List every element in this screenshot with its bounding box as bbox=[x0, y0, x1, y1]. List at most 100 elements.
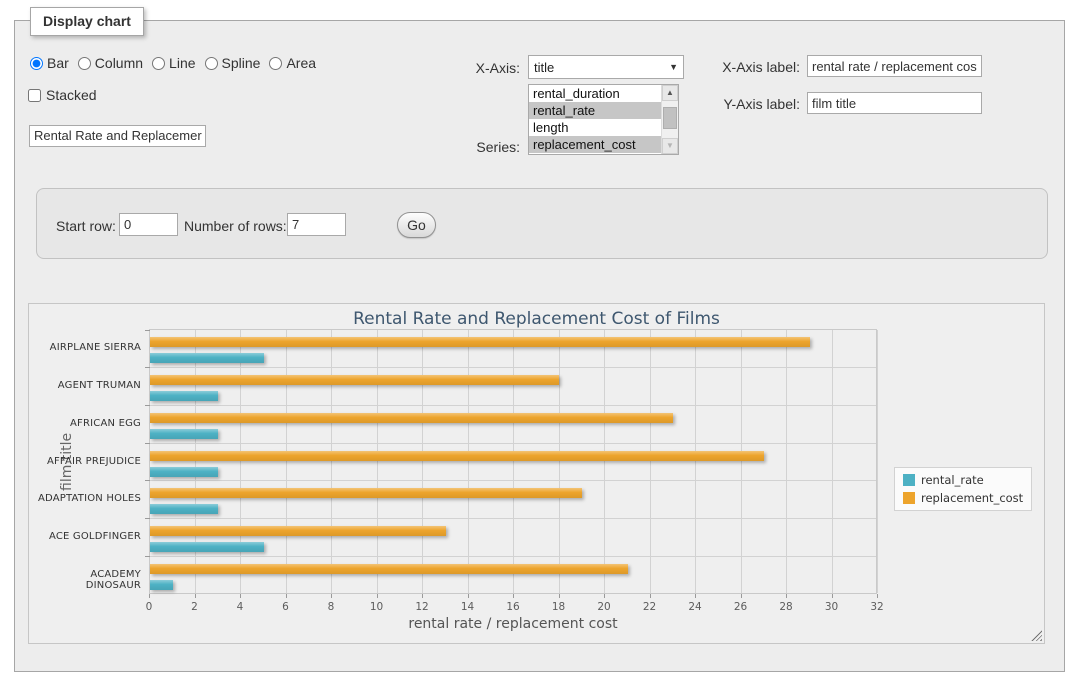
chart-title-input[interactable]: Rental Rate and Replacemer bbox=[29, 125, 206, 147]
bar-replacement_cost[interactable] bbox=[150, 526, 446, 536]
bar-replacement_cost[interactable] bbox=[150, 488, 582, 498]
start-row-input[interactable] bbox=[119, 213, 178, 236]
x-tick-mark bbox=[832, 594, 833, 598]
bar-rental_rate[interactable] bbox=[150, 391, 218, 401]
number-of-rows-label: Number of rows: bbox=[184, 218, 290, 234]
legend-swatch-icon bbox=[903, 474, 915, 486]
stacked-checkbox[interactable] bbox=[28, 89, 41, 102]
chart-type-radiogroup: Bar Column Line Spline Area bbox=[30, 55, 316, 71]
x-tick-label: 10 bbox=[362, 601, 392, 613]
gridline-vertical bbox=[559, 330, 560, 593]
scrollbar-thumb[interactable] bbox=[663, 107, 677, 129]
y-axis-label-input[interactable] bbox=[807, 92, 982, 114]
bar-rental_rate[interactable] bbox=[150, 353, 264, 363]
y-tick-mark bbox=[145, 480, 150, 481]
x-tick-mark bbox=[468, 594, 469, 598]
legend-item-rental_rate[interactable]: rental_rate bbox=[903, 473, 1023, 487]
gridline-vertical bbox=[331, 330, 332, 593]
row-range-panel: Start row: Number of rows: Go bbox=[36, 188, 1048, 259]
category-label: AIRPLANE SIERRA bbox=[35, 342, 141, 353]
gridline-vertical bbox=[195, 330, 196, 593]
category-label: ACE GOLDFINGER bbox=[35, 531, 141, 542]
scroll-down-icon[interactable]: ▼ bbox=[662, 138, 678, 154]
x-tick-label: 22 bbox=[635, 601, 665, 613]
series-multiselect[interactable]: rental_durationrental_ratelengthreplacem… bbox=[528, 84, 679, 155]
x-tick-label: 30 bbox=[817, 601, 847, 613]
x-tick-mark bbox=[559, 594, 560, 598]
chart-type-radio-spline[interactable] bbox=[205, 57, 218, 70]
x-tick-mark bbox=[786, 594, 787, 598]
go-button[interactable]: Go bbox=[397, 212, 436, 238]
x-tick-mark bbox=[513, 594, 514, 598]
stacked-checkbox-row[interactable]: Stacked bbox=[28, 87, 97, 103]
chart-type-option-area[interactable]: Area bbox=[269, 55, 316, 71]
bar-replacement_cost[interactable] bbox=[150, 564, 628, 574]
chart-type-radio-area[interactable] bbox=[269, 57, 282, 70]
x-tick-mark bbox=[195, 594, 196, 598]
series-option-length[interactable]: length bbox=[529, 119, 678, 136]
x-tick-label: 28 bbox=[771, 601, 801, 613]
gridline-horizontal bbox=[150, 405, 876, 406]
bar-rental_rate[interactable] bbox=[150, 504, 218, 514]
x-tick-mark bbox=[741, 594, 742, 598]
gridline-vertical bbox=[695, 330, 696, 593]
x-tick-mark bbox=[331, 594, 332, 598]
x-tick-mark bbox=[286, 594, 287, 598]
chart-type-option-column[interactable]: Column bbox=[78, 55, 143, 71]
legend-item-replacement_cost[interactable]: replacement_cost bbox=[903, 491, 1023, 505]
x-tick-mark bbox=[877, 594, 878, 598]
chart-type-option-line[interactable]: Line bbox=[152, 55, 195, 71]
category-label: AFFAIR PREJUDICE bbox=[35, 456, 141, 467]
chart-type-radio-bar[interactable] bbox=[30, 57, 43, 70]
chart-type-option-spline[interactable]: Spline bbox=[205, 55, 261, 71]
legend-label: rental_rate bbox=[921, 473, 984, 487]
category-label: ACADEMY DINOSAUR bbox=[35, 569, 141, 591]
x-axis-label-input[interactable] bbox=[807, 55, 982, 77]
bar-replacement_cost[interactable] bbox=[150, 337, 810, 347]
chart-container: Rental Rate and Replacement Cost of Film… bbox=[28, 303, 1045, 644]
series-option-replacement_cost[interactable]: replacement_cost bbox=[529, 136, 678, 153]
series-option-rental_rate[interactable]: rental_rate bbox=[529, 102, 678, 119]
y-axis-label-label: Y-Axis label: bbox=[700, 96, 800, 112]
x-tick-label: 16 bbox=[498, 601, 528, 613]
y-tick-mark bbox=[145, 556, 150, 557]
x-axis-select-label: X-Axis: bbox=[430, 60, 520, 76]
scroll-up-icon[interactable]: ▲ bbox=[662, 85, 678, 101]
x-tick-mark bbox=[422, 594, 423, 598]
bar-replacement_cost[interactable] bbox=[150, 413, 673, 423]
bar-rental_rate[interactable] bbox=[150, 580, 173, 590]
bar-replacement_cost[interactable] bbox=[150, 375, 559, 385]
x-tick-label: 24 bbox=[680, 601, 710, 613]
chart-type-option-label: Bar bbox=[47, 55, 69, 71]
bar-rental_rate[interactable] bbox=[150, 542, 264, 552]
series-list-label: Series: bbox=[430, 139, 520, 155]
fieldset-legend: Display chart bbox=[30, 7, 144, 36]
gridline-vertical bbox=[604, 330, 605, 593]
y-tick-mark bbox=[145, 443, 150, 444]
bar-rental_rate[interactable] bbox=[150, 429, 218, 439]
x-tick-mark bbox=[149, 594, 150, 598]
chart-type-option-label: Spline bbox=[222, 55, 261, 71]
x-tick-label: 12 bbox=[407, 601, 437, 613]
series-option-rental_duration[interactable]: rental_duration bbox=[529, 85, 678, 102]
gridline-vertical bbox=[286, 330, 287, 593]
gridline-vertical bbox=[422, 330, 423, 593]
chart-title: Rental Rate and Replacement Cost of Film… bbox=[29, 309, 1044, 329]
series-scrollbar[interactable]: ▲ ▼ bbox=[661, 85, 678, 154]
gridline-horizontal bbox=[150, 443, 876, 444]
stacked-label: Stacked bbox=[46, 87, 97, 103]
x-tick-label: 20 bbox=[589, 601, 619, 613]
bar-replacement_cost[interactable] bbox=[150, 451, 764, 461]
gridline-horizontal bbox=[150, 480, 876, 481]
x-axis-label-label: X-Axis label: bbox=[700, 59, 800, 75]
chart-type-radio-column[interactable] bbox=[78, 57, 91, 70]
bar-rental_rate[interactable] bbox=[150, 467, 218, 477]
chart-type-radio-line[interactable] bbox=[152, 57, 165, 70]
legend-label: replacement_cost bbox=[921, 491, 1023, 505]
number-of-rows-input[interactable] bbox=[287, 213, 346, 236]
resize-handle-icon[interactable] bbox=[1031, 630, 1042, 641]
x-tick-label: 6 bbox=[271, 601, 301, 613]
x-tick-mark bbox=[604, 594, 605, 598]
chart-type-option-bar[interactable]: Bar bbox=[30, 55, 69, 71]
x-axis-select[interactable]: title ▼ bbox=[528, 55, 684, 79]
